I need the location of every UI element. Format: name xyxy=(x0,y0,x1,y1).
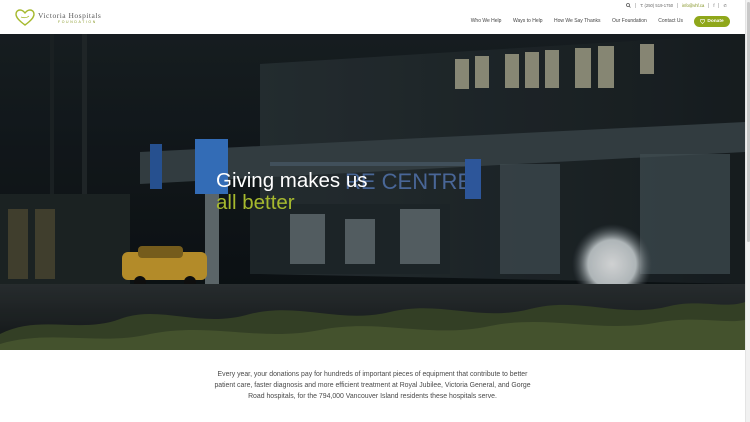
donate-label: Donate xyxy=(707,18,724,24)
heart-logo-icon xyxy=(15,9,35,26)
donate-button[interactable]: Donate xyxy=(694,15,730,27)
hero-title-line1: Giving makes us xyxy=(216,169,368,192)
main-nav: Who We Help Ways to Help How We Say Than… xyxy=(459,15,730,27)
utility-bar: T: (250) 519-1750 info@vhf.ca f ✆ xyxy=(626,2,727,8)
logo-text: Victoria Hospitals FOUNDATION xyxy=(38,10,102,25)
brand-name: Victoria Hospitals xyxy=(38,10,102,20)
divider xyxy=(718,2,720,8)
divider xyxy=(635,2,637,8)
nav-ways-to-help[interactable]: Ways to Help xyxy=(513,18,543,24)
search-icon[interactable] xyxy=(626,2,631,8)
hero-title-line2: all better xyxy=(216,190,295,214)
divider xyxy=(708,2,710,8)
intro-paragraph: Every year, your donations pay for hundr… xyxy=(214,371,531,400)
logo[interactable]: Victoria Hospitals FOUNDATION xyxy=(15,8,105,28)
nav-our-foundation[interactable]: Our Foundation xyxy=(612,18,647,24)
nav-who-we-help[interactable]: Who We Help xyxy=(471,18,502,24)
hero-title: Giving makes us all better xyxy=(216,170,368,213)
social-icon[interactable]: ✆ xyxy=(723,3,727,8)
site-header: Victoria Hospitals FOUNDATION T: (250) 5… xyxy=(0,0,745,34)
nav-how-we-say-thanks[interactable]: How We Say Thanks xyxy=(554,18,601,24)
page-scrollbar[interactable] xyxy=(745,0,750,422)
hero-banner: RE CENTRE Giving makes us all better xyxy=(0,34,745,350)
phone-link[interactable]: T: (250) 519-1750 xyxy=(640,3,673,8)
brand-sub: FOUNDATION xyxy=(58,20,97,24)
nav-contact-us[interactable]: Contact Us xyxy=(658,18,683,24)
facebook-icon[interactable]: f xyxy=(713,3,714,8)
heart-icon xyxy=(700,18,706,24)
email-link[interactable]: info@vhf.ca xyxy=(682,3,704,8)
hero-photo: RE CENTRE xyxy=(0,34,745,350)
divider xyxy=(677,2,679,8)
